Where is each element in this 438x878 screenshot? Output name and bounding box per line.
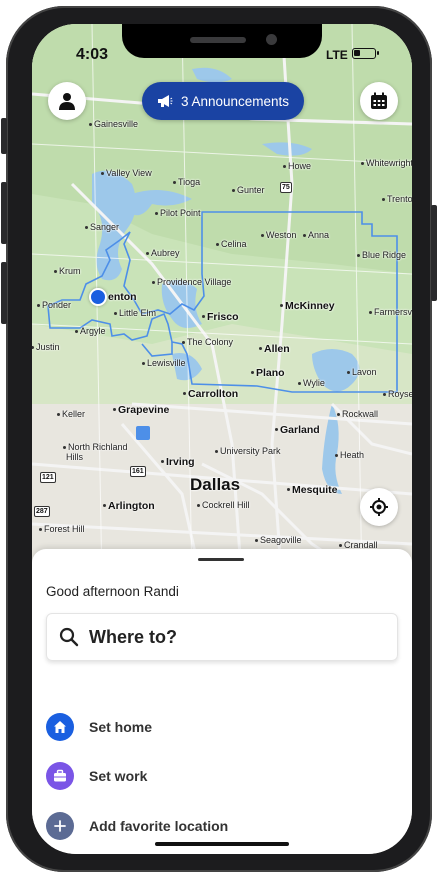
map-label-lavon: Lavon <box>347 367 377 377</box>
map-label-keller: Keller <box>56 409 86 419</box>
recenter-location-button[interactable] <box>360 488 398 526</box>
map-label-grapevine: Grapevine <box>112 404 170 416</box>
map-label-seagoville: Seagoville <box>255 535 302 545</box>
map-label-the-colony: The Colony <box>181 337 234 347</box>
map-label-ponder: Ponder <box>36 300 72 310</box>
map-label-tioga: Tioga <box>172 177 201 187</box>
map-label-pilot-point: Pilot Point <box>155 208 201 218</box>
map-label-university-park: University Park <box>215 446 281 456</box>
map-label-little-elm: Little Elm <box>113 308 157 318</box>
plus-icon <box>46 812 74 840</box>
search-icon <box>59 627 79 647</box>
earpiece-speaker <box>190 37 246 43</box>
power-button <box>431 205 437 301</box>
add-favorite-location-shortcut[interactable]: Add favorite location <box>46 812 228 840</box>
volume-down-button <box>1 262 7 324</box>
set-work-shortcut[interactable]: Set work <box>46 762 147 790</box>
search-placeholder: Where to? <box>89 626 177 647</box>
map-label-hills: Hills <box>66 452 83 462</box>
map-label-cockrell-hill: Cockrell Hill <box>197 500 250 510</box>
where-to-search[interactable]: Where to? <box>46 613 398 661</box>
map-label-trenton: Trenton <box>382 194 412 204</box>
set-work-label: Set work <box>89 768 148 784</box>
map-label-irving: Irving <box>161 456 195 468</box>
map-label-gainesville: Gainesville <box>88 119 139 129</box>
map-label-celina: Celina <box>216 239 247 249</box>
battery-icon <box>352 48 379 59</box>
map-label-wylie: Wylie <box>298 378 325 388</box>
calendar-icon <box>371 92 387 109</box>
map-label-mckinney: McKinney <box>280 300 335 312</box>
app-screen: Gainesville Valley View Tioga Gunter How… <box>32 24 412 854</box>
map-label-justin: Justin <box>32 342 60 352</box>
crosshair-icon <box>370 498 388 516</box>
map-label-allen: Allen <box>259 343 290 355</box>
map-label-farmersville: Farmersville <box>368 307 412 317</box>
map-label-lewisville: Lewisville <box>142 358 186 368</box>
front-camera <box>266 34 277 45</box>
user-icon <box>59 93 75 110</box>
map-label-north-richland: North Richland <box>63 442 128 452</box>
bottom-sheet: Good afternoon Randi Where to? Set home <box>32 549 412 854</box>
calendar-button[interactable] <box>360 82 398 120</box>
set-home-shortcut[interactable]: Set home <box>46 713 152 741</box>
status-time: 4:03 <box>76 46 109 63</box>
map-label-argyle: Argyle <box>75 326 106 336</box>
map-label-denton: enton <box>108 291 137 303</box>
map-label-garland: Garland <box>275 424 320 436</box>
announcements-button[interactable]: 3 Announcements <box>142 82 304 120</box>
mute-switch <box>1 118 7 154</box>
map-label-forest-hill: Forest Hill <box>39 524 85 534</box>
map-label-mesquite: Mesquite <box>287 484 338 496</box>
map-label-whitewright: Whitewright <box>360 158 412 168</box>
highway-shield-161: 161 <box>130 466 146 477</box>
greeting-text: Good afternoon Randi <box>46 584 179 599</box>
map-label-weston: Weston <box>260 230 297 240</box>
profile-button[interactable] <box>48 82 86 120</box>
map-label-plano: Plano <box>251 367 285 379</box>
map-label-heath: Heath <box>334 450 365 460</box>
map-label-blue-ridge: Blue Ridge <box>356 250 407 260</box>
set-home-label: Set home <box>89 719 153 735</box>
briefcase-icon <box>46 762 74 790</box>
map-label-sanger: Sanger <box>84 222 120 232</box>
map-label-dallas: Dallas <box>190 475 241 494</box>
announcements-label: 3 Announcements <box>180 93 290 109</box>
home-indicator <box>155 842 289 846</box>
current-location-dot <box>89 288 107 306</box>
map-label-aubrey: Aubrey <box>146 248 180 258</box>
highway-shield-287: 287 <box>34 506 50 517</box>
map-label-frisco: Frisco <box>202 311 239 323</box>
map-label-howe: Howe <box>282 161 312 171</box>
home-icon <box>46 713 74 741</box>
map-label-krum: Krum <box>54 266 81 276</box>
megaphone-icon <box>157 95 173 107</box>
map-label-gunter: Gunter <box>232 185 265 195</box>
add-favorite-location-label: Add favorite location <box>89 818 229 834</box>
map-label-anna: Anna <box>302 230 330 240</box>
map-label-arlington: Arlington <box>103 500 155 512</box>
network-indicator: LTE <box>326 48 348 62</box>
highway-shield-121: 121 <box>40 472 56 483</box>
highway-shield-75: 75 <box>280 182 292 193</box>
map-label-providence-village: Providence Village <box>151 277 232 287</box>
camera-notch <box>122 24 322 58</box>
map-label-valley-view: Valley View <box>101 168 152 178</box>
sheet-drag-handle[interactable] <box>198 558 244 561</box>
map-label-rockwall: Rockwall <box>336 409 379 419</box>
volume-up-button <box>1 182 7 244</box>
map-label-royse: Royse <box>383 389 412 399</box>
map-label-carrollton: Carrollton <box>182 388 239 400</box>
